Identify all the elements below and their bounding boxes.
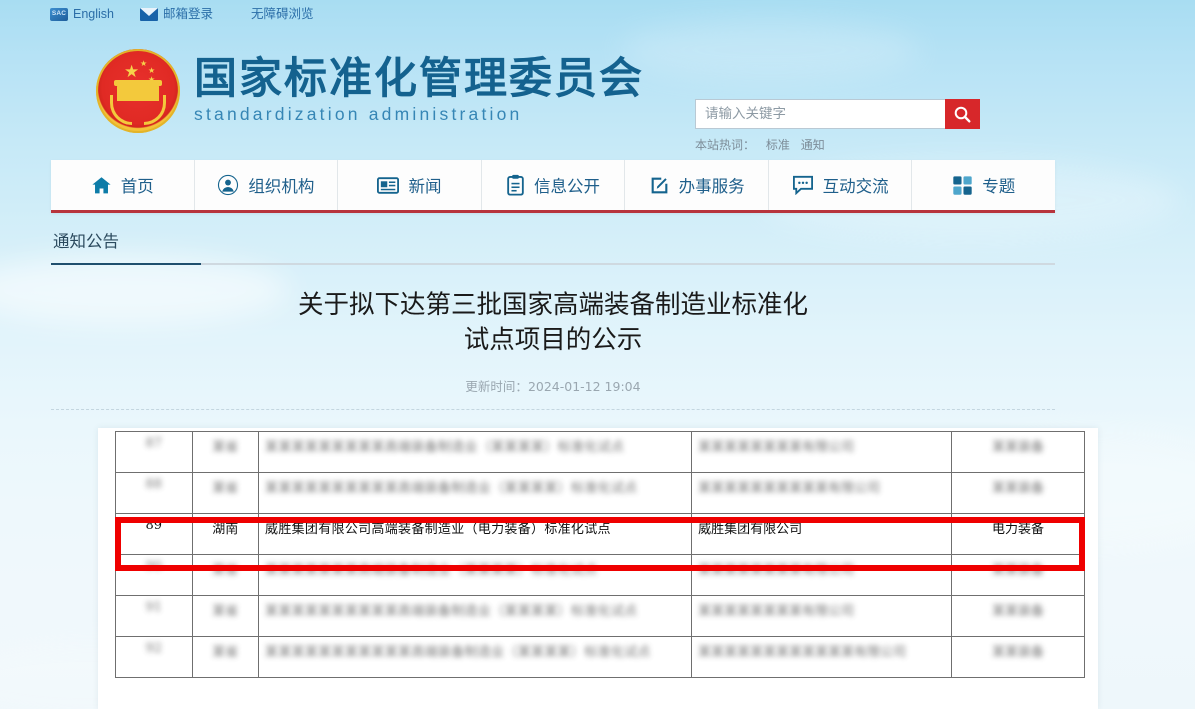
section-tab-bar: 通知公告	[51, 228, 1055, 265]
cell-organization: 某某某某某某某某有限公司	[691, 554, 953, 596]
nav-item-info-disclosure[interactable]: 信息公开	[482, 160, 626, 210]
cell-project: 某某某某某某某某某高端装备制造业（某某某某）标准化试点	[258, 431, 693, 473]
cell-project: 某某某某某某某某某某高端装备制造业（某某某某）标准化试点	[258, 595, 693, 637]
nav-label-home: 首页	[120, 177, 154, 196]
table-row: 89 湖南 威胜集团有限公司高端装备制造业（电力装备）标准化试点 威胜集团有限公司 电力…	[115, 513, 1085, 555]
nav-item-organization[interactable]: 组织机构	[195, 160, 339, 210]
page-title-line2: 试点项目的公示	[463, 325, 643, 356]
cell-province: 某省	[191, 554, 260, 596]
page-title: 关于拟下达第三批国家高端装备制造业标准化 试点项目的公示	[51, 288, 1055, 358]
grid-puzzle-icon	[952, 175, 973, 196]
document-body-panel: 87 某省 某某某某某某某某某高端装备制造业（某某某某）标准化试点 某某某某某某某某有…	[98, 428, 1098, 709]
nav-item-services[interactable]: 办事服务	[625, 160, 769, 210]
cell-province: 某省	[191, 636, 260, 678]
site-logo[interactable]: ★ ★★ ★★ 国家标准化管理委员会 standardization admin…	[96, 49, 644, 133]
mail-icon	[140, 8, 158, 21]
update-time-value: 2024-01-12 19:04	[527, 379, 641, 395]
newspaper-icon	[377, 176, 400, 195]
cell-field: 某某装备	[951, 554, 1085, 596]
article-timestamp: 更新时间：2024-01-12 19:04	[51, 376, 1055, 395]
table-row: 88 某省 某某某某某某某某某某高端装备制造业（某某某某）标准化试点 某某某某某某某某…	[115, 472, 1085, 514]
cell-project: 某某某某某某某某某某某高端装备制造业（某某某某）标准化试点	[258, 636, 693, 678]
hotwords-label: 本站热词：	[695, 138, 756, 152]
cell-number: 92	[115, 636, 193, 678]
pilot-projects-table: 87 某省 某某某某某某某某某高端装备制造业（某某某某）标准化试点 某某某某某某某某有…	[115, 431, 1085, 678]
tab-underline	[51, 263, 1055, 265]
search-button[interactable]	[945, 99, 980, 129]
nav-label-topics: 专题	[982, 177, 1016, 196]
nav-item-news[interactable]: 新闻	[338, 160, 482, 210]
hotword-standard[interactable]: 标准	[766, 138, 790, 152]
topbar-item-english[interactable]: English	[50, 8, 114, 21]
search-area: 本站热词： 标准 通知	[695, 99, 980, 153]
topbar-item-accessibility[interactable]: 无障碍浏览	[251, 8, 314, 21]
nav-item-home[interactable]: 首页	[51, 160, 195, 210]
logo-title-cn: 国家标准化管理委员会	[194, 53, 644, 104]
cell-field: 某某装备	[951, 472, 1085, 514]
cell-number: 90	[115, 554, 193, 596]
cell-province: 某省	[191, 431, 260, 473]
search-icon	[954, 106, 971, 122]
table-row: 92 某省 某某某某某某某某某某某高端装备制造业（某某某某）标准化试点 某某某某某某某…	[115, 636, 1085, 678]
search-input[interactable]	[695, 99, 945, 129]
cell-organization: 某某某某某某某某某某某某有限公司	[691, 636, 953, 678]
update-time-label: 更新时间：	[465, 379, 528, 395]
article-divider	[51, 409, 1055, 411]
topbar-label-mail-login: 邮箱登录	[163, 7, 214, 22]
nav-label-news: 新闻	[408, 177, 442, 196]
table-row: 90 某省 某某某某某某某高端装备制造业（某某某某）标准化试点 某某某某某某某某有限公…	[115, 554, 1085, 596]
topbar-label-accessibility: 无障碍浏览	[251, 7, 314, 22]
cell-project: 某某某某某某某高端装备制造业（某某某某）标准化试点	[258, 554, 693, 596]
cell-field: 某某装备	[951, 431, 1085, 473]
topbar-label-english: English	[73, 7, 114, 22]
top-utility-bar: English 邮箱登录 无障碍浏览	[0, 0, 1195, 29]
cell-organization: 某某某某某某某某有限公司	[691, 595, 953, 637]
cell-province: 某省	[191, 472, 260, 514]
nav-label-interaction: 互动交流	[822, 177, 889, 196]
cell-number: 88	[115, 472, 193, 514]
home-icon	[91, 175, 112, 196]
cell-number: 89	[115, 513, 193, 555]
cell-organization: 威胜集团有限公司	[691, 513, 953, 555]
clipboard-icon	[506, 174, 525, 196]
cell-number: 87	[115, 431, 193, 473]
cell-organization: 某某某某某某某某有限公司	[691, 431, 953, 473]
nav-label-organization: 组织机构	[248, 177, 315, 196]
edit-square-icon	[649, 175, 670, 196]
cell-project: 威胜集团有限公司高端装备制造业（电力装备）标准化试点	[258, 513, 693, 555]
logo-title-en: standardization administration	[194, 104, 523, 125]
cell-organization: 某某某某某某某某某某有限公司	[691, 472, 953, 514]
cell-number: 91	[115, 595, 193, 637]
cell-field: 某某装备	[951, 636, 1085, 678]
table-row: 87 某省 某某某某某某某某某高端装备制造业（某某某某）标准化试点 某某某某某某某某有…	[115, 431, 1085, 473]
user-circle-icon	[217, 174, 239, 196]
nav-item-interaction[interactable]: 互动交流	[769, 160, 913, 210]
topbar-item-mail-login[interactable]: 邮箱登录	[140, 8, 213, 21]
tab-notice-announcement[interactable]: 通知公告	[51, 228, 119, 263]
chat-bubble-icon	[792, 175, 814, 195]
cell-field: 某某装备	[951, 595, 1085, 637]
national-emblem-icon: ★ ★★ ★★	[96, 49, 180, 133]
cell-province: 湖南	[191, 513, 260, 555]
site-header: ★ ★★ ★★ 国家标准化管理委员会 standardization admin…	[0, 29, 1195, 157]
hotword-notice[interactable]: 通知	[801, 138, 825, 152]
nav-label-services: 办事服务	[678, 177, 745, 196]
article-header: 关于拟下达第三批国家高端装备制造业标准化 试点项目的公示 更新时间：2024-0…	[51, 288, 1055, 411]
cell-province: 某省	[191, 595, 260, 637]
sac-logo-icon	[50, 8, 68, 21]
hotwords-row: 本站热词： 标准 通知	[695, 136, 980, 153]
nav-label-info-disclosure: 信息公开	[534, 177, 601, 196]
page-title-line1: 关于拟下达第三批国家高端装备制造业标准化	[297, 290, 808, 320]
table-row: 91 某省 某某某某某某某某某某高端装备制造业（某某某某）标准化试点 某某某某某某某某…	[115, 595, 1085, 637]
cell-field: 电力装备	[951, 513, 1085, 555]
cell-project: 某某某某某某某某某某高端装备制造业（某某某某）标准化试点	[258, 472, 693, 514]
nav-item-topics[interactable]: 专题	[912, 160, 1055, 210]
main-navigation: 首页 组织机构 新闻 信息公开 办事服务 互动交流 专题	[51, 160, 1055, 213]
